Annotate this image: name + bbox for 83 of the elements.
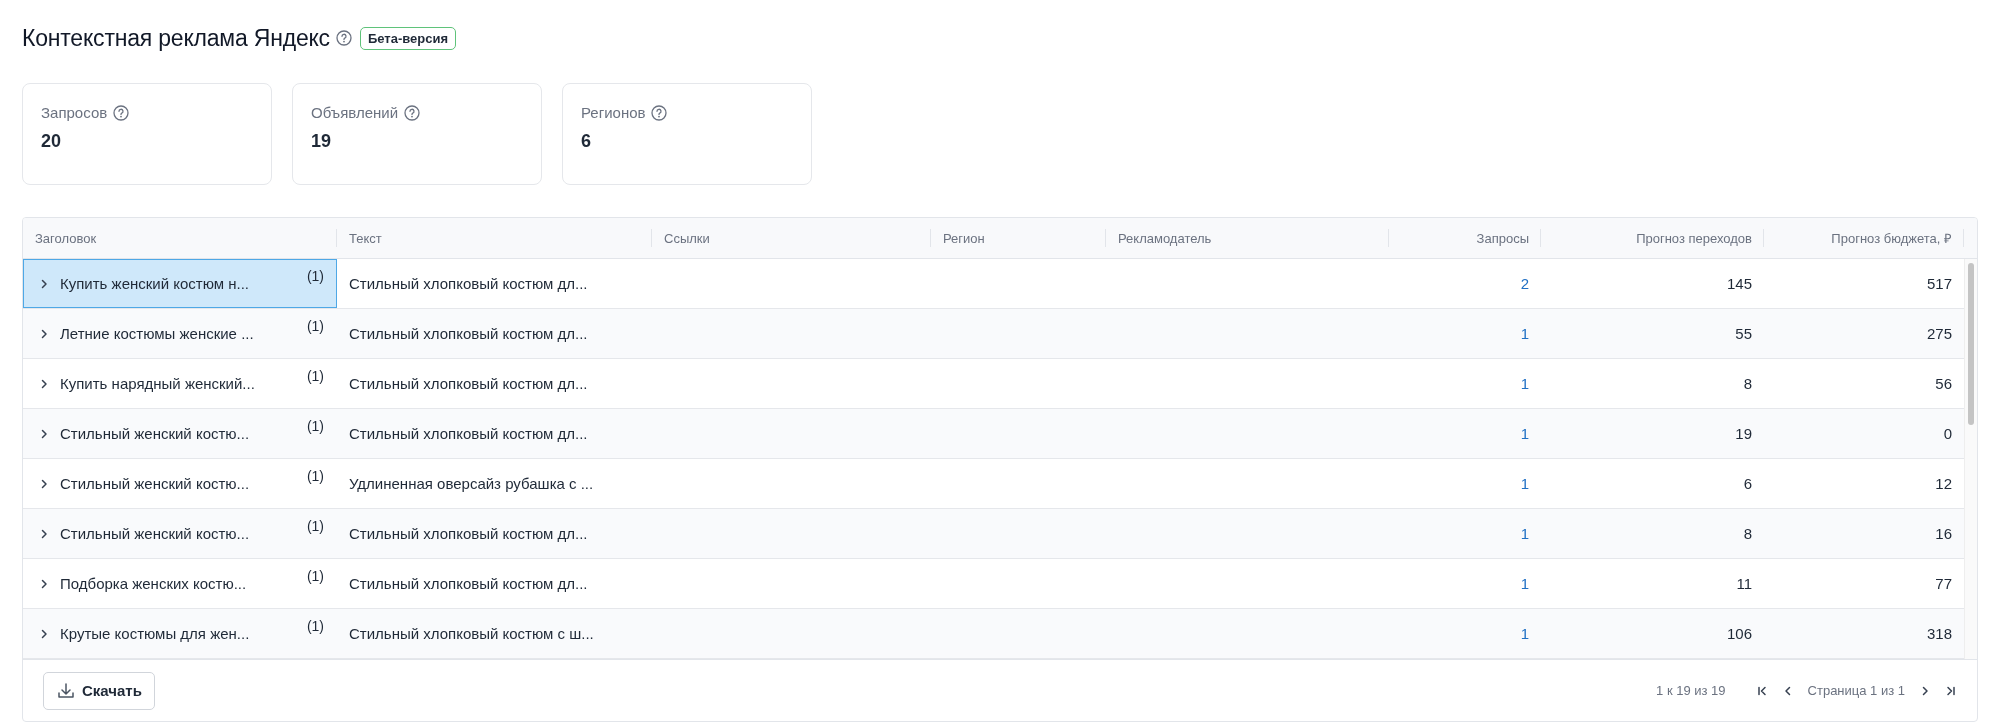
budget-cell: 77 <box>1935 575 1952 592</box>
queries-link[interactable]: 1 <box>1520 625 1529 642</box>
ad-text: Удлиненная оверсайз рубашка с ... <box>349 475 594 492</box>
column-header[interactable]: Прогноз переходов <box>1541 218 1764 258</box>
help-icon[interactable] <box>651 104 668 121</box>
ad-text: Стильный хлопковый костюм дл... <box>349 275 588 292</box>
queries-link[interactable]: 1 <box>1520 575 1529 592</box>
title-cell[interactable]: Стильный женский костю... (1) <box>23 409 337 458</box>
stat-label: Регионов <box>581 104 646 121</box>
clicks-cell: 145 <box>1726 275 1752 292</box>
last-page-icon[interactable] <box>1945 684 1957 697</box>
ad-count: (1) <box>306 568 324 584</box>
column-header[interactable]: Прогноз бюджета, ₽ <box>1764 218 1964 258</box>
ad-title: Подборка женских костю... <box>60 575 247 592</box>
stat-label: Запросов <box>41 104 108 121</box>
clicks-cell: 8 <box>1743 375 1752 392</box>
budget-cell: 0 <box>1943 425 1952 442</box>
first-page-icon[interactable] <box>1755 684 1768 697</box>
title-cell[interactable]: Крутые костюмы для жен... (1) <box>23 609 337 658</box>
stat-value: 19 <box>311 131 333 152</box>
budget-cell: 12 <box>1935 475 1952 492</box>
column-header[interactable]: Рекламодатель <box>1106 218 1389 258</box>
clicks-cell: 55 <box>1735 325 1752 342</box>
budget-cell: 517 <box>1926 275 1952 292</box>
ad-title: Стильный женский костю... <box>60 475 250 492</box>
ad-text: Стильный хлопковый костюм дл... <box>349 575 588 592</box>
title-cell[interactable]: Летние костюмы женские ... (1) <box>23 309 337 358</box>
help-icon[interactable] <box>335 30 352 46</box>
title-cell[interactable]: Купить нарядный женский... (1) <box>23 359 337 408</box>
ad-title: Стильный женский костю... <box>60 425 250 442</box>
scrollbar-thumb[interactable] <box>1968 263 1974 425</box>
clicks-cell: 6 <box>1743 475 1752 492</box>
ad-count: (1) <box>306 518 324 534</box>
queries-link[interactable]: 1 <box>1520 425 1529 442</box>
ad-count: (1) <box>306 618 324 634</box>
title-cell[interactable]: Купить женский костюм н... (1) <box>23 259 337 308</box>
queries-link[interactable]: 1 <box>1520 375 1529 392</box>
ad-count: (1) <box>306 268 324 284</box>
queries-link[interactable]: 1 <box>1520 475 1529 492</box>
ad-text: Стильный хлопковый костюм дл... <box>349 525 588 542</box>
budget-cell: 318 <box>1926 625 1952 642</box>
ad-title: Крутые костюмы для жен... <box>60 625 250 642</box>
clicks-cell: 8 <box>1743 525 1752 542</box>
download-icon <box>56 680 76 701</box>
help-icon[interactable] <box>404 104 421 121</box>
stat-label: Объявлений <box>311 104 399 121</box>
column-header[interactable]: Регион <box>931 218 1106 258</box>
clicks-cell: 11 <box>1736 575 1752 592</box>
budget-cell: 275 <box>1926 325 1952 342</box>
ad-count: (1) <box>306 418 324 434</box>
column-header[interactable]: Ссылки <box>652 218 931 258</box>
stat-value: 6 <box>581 131 592 152</box>
ad-title: Купить женский костюм н... <box>60 275 250 292</box>
title-cell[interactable]: Стильный женский костю... (1) <box>23 509 337 558</box>
title-cell[interactable]: Подборка женских костю... (1) <box>23 559 337 608</box>
download-button[interactable]: Скачать <box>43 671 155 710</box>
row-range: 1 к 19 из 19 <box>1656 683 1726 698</box>
page-title: Контекстная реклама Яндекс <box>22 24 330 52</box>
column-header[interactable]: Заголовок <box>23 218 337 258</box>
column-header[interactable]: Запросы <box>1389 218 1541 258</box>
ad-title: Купить нарядный женский... <box>60 375 255 392</box>
ad-text: Стильный хлопковый костюм дл... <box>349 375 588 392</box>
clicks-cell: 19 <box>1735 425 1752 442</box>
help-icon[interactable] <box>113 104 130 121</box>
ad-count: (1) <box>306 368 324 384</box>
budget-cell: 16 <box>1935 525 1952 542</box>
column-header[interactable]: Текст <box>337 218 652 258</box>
page-indicator: Страница 1 из 1 <box>1807 683 1905 698</box>
ad-text: Стильный хлопковый костюм дл... <box>349 325 588 342</box>
ad-title: Летние костюмы женские ... <box>60 325 254 342</box>
clicks-cell: 106 <box>1726 625 1752 642</box>
ad-text: Стильный хлопковый костюм дл... <box>349 425 588 442</box>
ad-text: Стильный хлопковый костюм с ш... <box>349 625 594 642</box>
ad-count: (1) <box>306 318 324 334</box>
stat-value: 20 <box>41 131 63 152</box>
queries-link[interactable]: 2 <box>1520 275 1529 292</box>
budget-cell: 56 <box>1935 375 1952 392</box>
beta-badge: Бета-версия <box>359 26 457 50</box>
queries-link[interactable]: 1 <box>1520 525 1529 542</box>
ad-title: Стильный женский костю... <box>60 525 250 542</box>
queries-link[interactable]: 1 <box>1520 325 1529 342</box>
ad-count: (1) <box>306 468 324 484</box>
title-cell[interactable]: Стильный женский костю... (1) <box>23 459 337 508</box>
